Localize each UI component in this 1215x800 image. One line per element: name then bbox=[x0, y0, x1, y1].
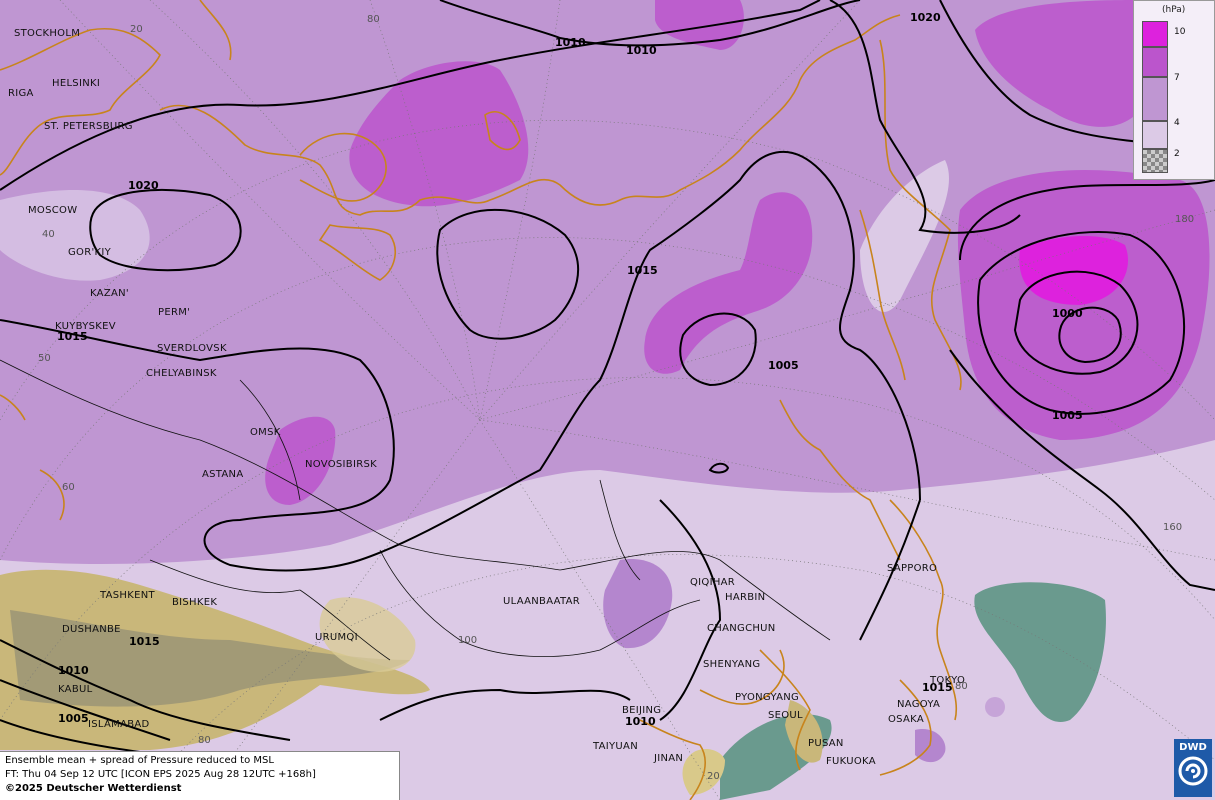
city-label: QIQIHAR bbox=[690, 577, 735, 588]
city-label: RIGA bbox=[8, 88, 34, 99]
isobar-label: 1015 bbox=[57, 330, 88, 343]
grid-label: 20 bbox=[130, 24, 143, 35]
city-label: JINAN bbox=[653, 753, 683, 764]
city-label: CHANGCHUN bbox=[707, 623, 776, 634]
legend-label: 7 bbox=[1174, 73, 1180, 83]
legend-swatch-2 bbox=[1142, 121, 1168, 149]
city-label: ASTANA bbox=[202, 469, 243, 480]
isobar-label: 1010 bbox=[626, 44, 657, 57]
isobar-label: 1015 bbox=[627, 264, 658, 277]
grid-label: 40 bbox=[42, 229, 55, 240]
isobar-label: 1010 bbox=[58, 664, 89, 677]
product-title: Ensemble mean + spread of Pressure reduc… bbox=[5, 755, 274, 766]
legend-swatch-7 bbox=[1142, 47, 1168, 77]
city-label: SHENYANG bbox=[703, 659, 760, 670]
grid-label: 80 bbox=[198, 735, 211, 746]
logo-text: DWD bbox=[1179, 742, 1207, 753]
legend-swatch-min bbox=[1142, 149, 1168, 173]
chart-info-box: Ensemble mean + spread of Pressure reduc… bbox=[0, 751, 400, 800]
isobar-label: 1015 bbox=[922, 681, 953, 694]
city-label: TASHKENT bbox=[99, 590, 155, 601]
grid-label: 160 bbox=[1163, 522, 1182, 533]
legend-unit: (hPa) bbox=[1162, 5, 1186, 15]
grid-label: 80 bbox=[955, 681, 968, 692]
copyright: ©2025 Deutscher Wetterdienst bbox=[5, 783, 182, 794]
dwd-logo: DWD bbox=[1174, 739, 1212, 797]
legend-swatch-10 bbox=[1142, 21, 1168, 47]
isobar-label: 1005 bbox=[58, 712, 89, 725]
city-label: ST. PETERSBURG bbox=[44, 121, 133, 132]
grid-label: 60 bbox=[62, 482, 75, 493]
city-label: STOCKHOLM bbox=[14, 28, 80, 39]
city-label: SVERDLOVSK bbox=[157, 343, 227, 354]
isobar-label: 1020 bbox=[910, 11, 941, 24]
isobar-label: 1005 bbox=[768, 359, 799, 372]
city-label: HELSINKI bbox=[52, 78, 100, 89]
grid-label: 80 bbox=[367, 14, 380, 25]
grid-label: 180 bbox=[1175, 214, 1194, 225]
city-label: ISLAMABAD bbox=[88, 719, 150, 730]
city-label: URUMQI bbox=[315, 632, 358, 643]
city-label: MOSCOW bbox=[28, 205, 77, 216]
legend-swatch-4 bbox=[1142, 77, 1168, 121]
city-label: DUSHANBE bbox=[62, 624, 121, 635]
legend-label: 10 bbox=[1174, 27, 1186, 37]
city-label: GOR'KIY bbox=[68, 247, 112, 258]
pressure-spread-map: STOCKHOLM HELSINKI RIGA ST. PETERSBURG M… bbox=[0, 0, 1215, 800]
city-label: OMSK bbox=[250, 427, 281, 438]
city-label: PERM' bbox=[158, 307, 190, 318]
isobar-label: 1010 bbox=[555, 36, 586, 49]
grid-label: 20 bbox=[707, 771, 720, 782]
spread-legend: (hPa) 10 7 4 2 bbox=[1133, 0, 1215, 180]
city-label: NAGOYA bbox=[897, 699, 940, 710]
dwd-spiral-icon bbox=[1178, 756, 1208, 786]
city-label: OSAKA bbox=[888, 714, 924, 725]
city-label: KAZAN' bbox=[90, 288, 129, 299]
city-label: ULAANBAATAR bbox=[503, 596, 580, 607]
city-label: SAPPORO bbox=[887, 563, 937, 574]
city-label: KABUL bbox=[58, 684, 93, 695]
forecast-time: FT: Thu 04 Sep 12 UTC [ICON EPS 2025 Aug… bbox=[5, 769, 316, 780]
legend-label: 2 bbox=[1174, 149, 1180, 159]
isobar-label: 1005 bbox=[1052, 409, 1083, 422]
city-label: HARBIN bbox=[725, 592, 765, 603]
grid-label: 50 bbox=[38, 353, 51, 364]
isobar-label: 1010 bbox=[625, 715, 656, 728]
city-label: PYONGYANG bbox=[735, 692, 799, 703]
city-label: PUSAN bbox=[808, 738, 844, 749]
city-label: FUKUOKA bbox=[826, 756, 876, 767]
city-label: CHELYABINSK bbox=[146, 368, 217, 379]
city-label: TAIYUAN bbox=[592, 741, 638, 752]
city-label: SEOUL bbox=[768, 710, 803, 721]
city-label: NOVOSIBIRSK bbox=[305, 459, 377, 470]
isobar-label: 1000 bbox=[1052, 307, 1083, 320]
grid-label: 100 bbox=[458, 635, 477, 646]
isobar-label: 1020 bbox=[128, 179, 159, 192]
isobar-label: 1015 bbox=[129, 635, 160, 648]
city-label: BISHKEK bbox=[172, 597, 217, 608]
legend-label: 4 bbox=[1174, 118, 1180, 128]
